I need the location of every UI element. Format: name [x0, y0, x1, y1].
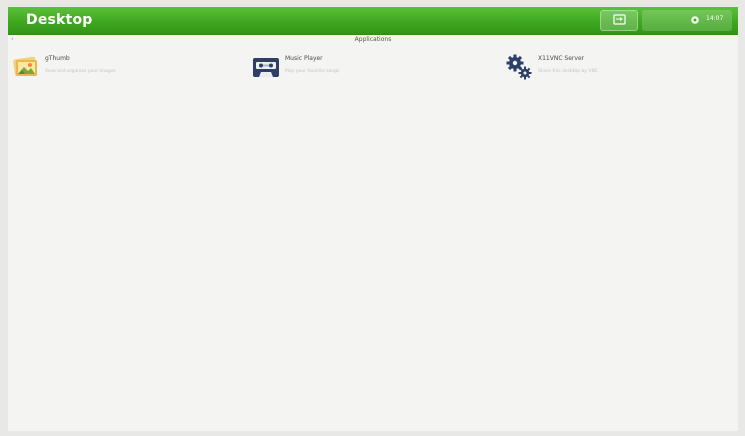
image-viewer-icon — [13, 56, 37, 77]
system-tray[interactable]: 14:07 — [642, 10, 732, 31]
app-launcher-x11vnc-server[interactable]: X11VNC Server Share this desktop by VNC — [506, 54, 731, 84]
top-bar: Desktop 14:07 — [8, 7, 738, 35]
app-launcher-gthumb[interactable]: gThumb View and organize your images — [13, 54, 233, 84]
desktop-title: Desktop — [26, 12, 93, 28]
gears-icon — [506, 54, 532, 80]
window-switch-icon — [613, 14, 626, 25]
app-description: Share this desktop by VNC — [538, 69, 598, 74]
window-switch-button[interactable] — [600, 10, 638, 31]
settings-gear-icon[interactable] — [690, 15, 700, 25]
app-launcher-music-player[interactable]: Music Player Play your favorite songs — [253, 54, 473, 84]
app-name: X11VNC Server — [538, 55, 585, 62]
app-name: Music Player — [285, 55, 323, 62]
section-title: Applications — [354, 36, 392, 43]
app-description: Play your favorite songs — [285, 69, 340, 74]
app-name: gThumb — [45, 55, 70, 62]
applications-header: ‹ Applications — [8, 35, 738, 46]
cassette-tape-icon — [253, 58, 279, 77]
desktop-screen: Desktop 14:07 ‹ Applications gThumb View… — [8, 7, 738, 431]
clock: 14:07 — [706, 15, 724, 22]
app-description: View and organize your images — [45, 69, 116, 74]
